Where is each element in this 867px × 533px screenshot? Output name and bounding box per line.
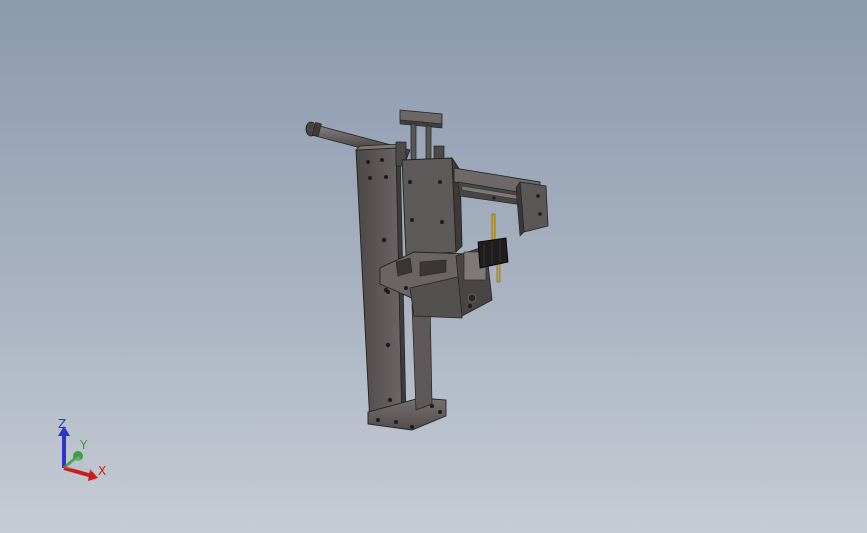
orientation-triad[interactable]: Z Y X [48, 412, 118, 487]
triad-z-label: Z [58, 417, 67, 431]
triad-x-label: X [98, 464, 107, 478]
slide-block [401, 156, 463, 257]
top-bracket [395, 109, 445, 167]
triad-y-label: Y [80, 438, 88, 452]
cad-assembly-model[interactable] [0, 0, 867, 533]
horizontal-arm [453, 167, 549, 237]
graphics-viewport[interactable]: Z Y X [0, 0, 867, 533]
